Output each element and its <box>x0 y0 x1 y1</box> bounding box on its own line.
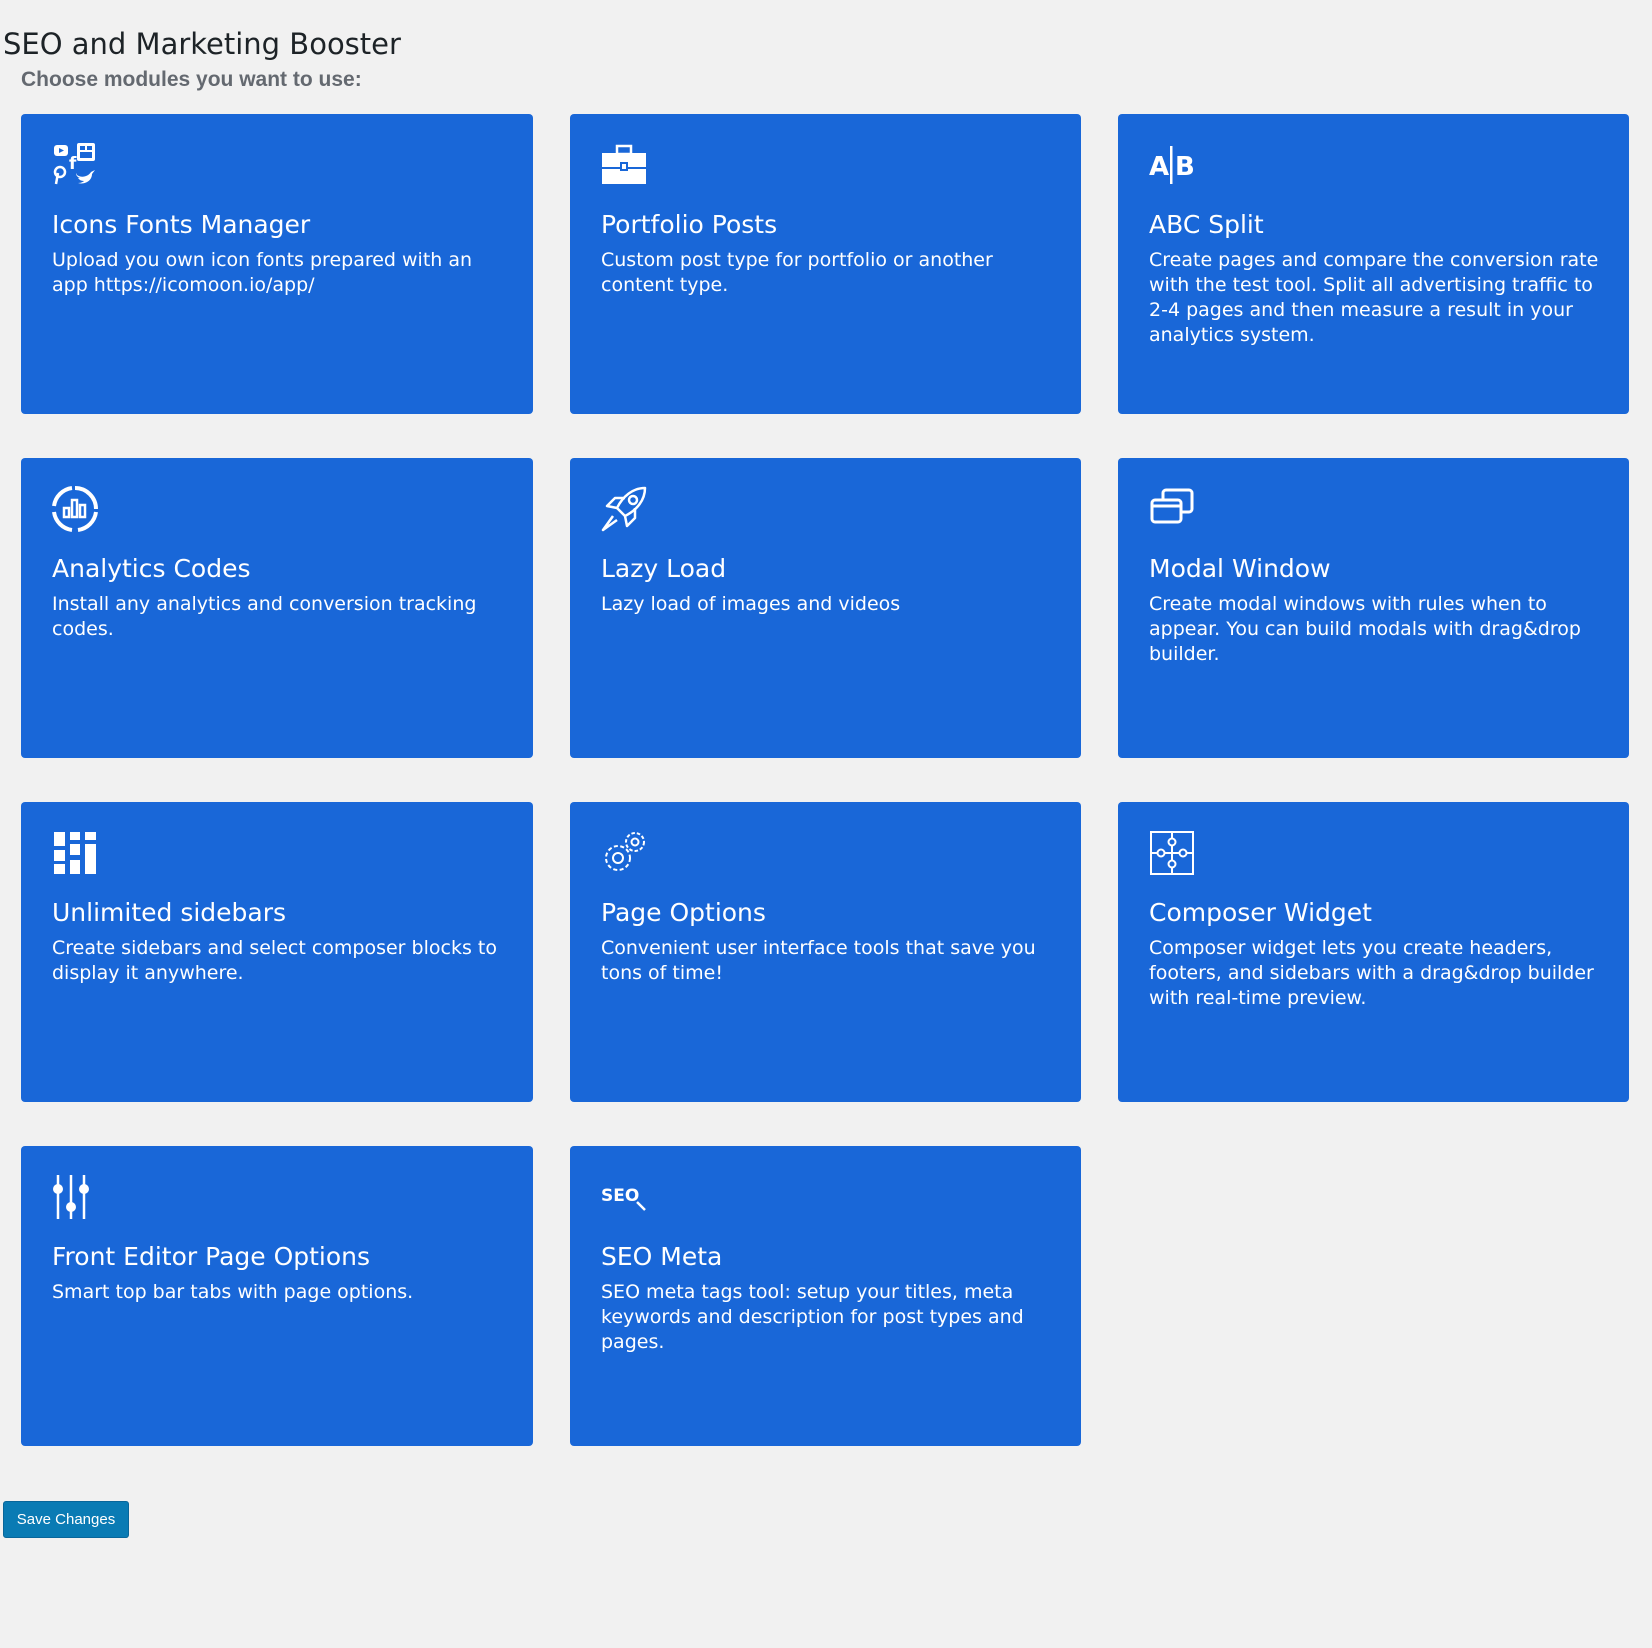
module-title: Modal Window <box>1149 554 1331 583</box>
module-title: Portfolio Posts <box>601 210 778 239</box>
module-card-seo-meta[interactable]: SEO SEO Meta SEO meta tags tool: setup y… <box>570 1146 1081 1446</box>
module-title: Page Options <box>601 898 766 927</box>
module-description: Convenient user interface tools that sav… <box>601 937 1036 984</box>
module-card-analytics-codes[interactable]: Analytics Codes Install any analytics an… <box>21 458 533 758</box>
social-f-letter: f <box>69 154 77 174</box>
ab-right-letter: B <box>1175 152 1195 182</box>
module-card-unlimited-sidebars[interactable]: Unlimited sidebars Create sidebars and s… <box>21 802 533 1102</box>
page-subtitle: Choose modules you want to use: <box>21 68 362 91</box>
module-title: Lazy Load <box>601 554 727 583</box>
module-title: ABC Split <box>1149 210 1264 239</box>
module-title: Front Editor Page Options <box>52 1242 371 1271</box>
module-title: Analytics Codes <box>52 554 251 583</box>
module-description: Create sidebars and select composer bloc… <box>52 937 497 984</box>
module-card-lazy-load[interactable]: Lazy Load Lazy load of images and videos <box>570 458 1081 758</box>
seo-label: SEO <box>601 1186 639 1206</box>
module-description: Create modal windows with rules when to … <box>1149 593 1581 665</box>
module-card-composer-widget[interactable]: Composer Widget Composer widget lets you… <box>1118 802 1629 1102</box>
sliders-icon <box>52 1174 98 1220</box>
briefcase-icon <box>601 142 647 188</box>
ab-left-letter: A <box>1149 152 1169 182</box>
module-card-modal-window[interactable]: Modal Window Create modal windows with r… <box>1118 458 1629 758</box>
rocket-icon <box>601 486 647 532</box>
module-title: Composer Widget <box>1149 898 1372 927</box>
social-icons-icon: f <box>52 142 98 188</box>
module-card-icons-fonts-manager[interactable]: f Icons Fonts Manager Upload you own ico… <box>21 114 533 414</box>
module-description: Custom post type for portfolio or anothe… <box>601 249 993 296</box>
windows-icon <box>1149 486 1195 532</box>
module-description: SEO meta tags tool: setup your titles, m… <box>601 1281 1024 1353</box>
module-title: Icons Fonts Manager <box>52 210 311 239</box>
module-title: SEO Meta <box>601 1242 723 1271</box>
module-description: Lazy load of images and videos <box>601 593 901 615</box>
module-card-portfolio-posts[interactable]: Portfolio Posts Custom post type for por… <box>570 114 1081 414</box>
module-description: Create pages and compare the conversion … <box>1149 249 1599 346</box>
module-title: Unlimited sidebars <box>52 898 287 927</box>
module-description: Smart top bar tabs with page options. <box>52 1281 414 1303</box>
seo-search-icon: SEO <box>601 1174 647 1220</box>
module-card-front-editor-page-options[interactable]: Front Editor Page Options Smart top bar … <box>21 1146 533 1446</box>
ab-split-icon: A B <box>1149 142 1195 188</box>
gears-icon <box>601 830 647 876</box>
sidebars-icon <box>52 830 98 876</box>
module-description: Upload you own icon fonts prepared with … <box>52 249 473 296</box>
modules-grid: f Icons Fonts Manager Upload you own ico… <box>21 114 1629 1446</box>
module-description: Composer widget lets you create headers,… <box>1149 937 1594 1009</box>
analytics-chart-icon <box>52 486 98 532</box>
puzzle-icon <box>1149 830 1195 876</box>
module-description: Install any analytics and conversion tra… <box>52 593 477 640</box>
page-title: SEO and Marketing Booster <box>3 27 401 61</box>
module-card-abc-split[interactable]: A B ABC Split Create pages and compare t… <box>1118 114 1629 414</box>
module-card-page-options[interactable]: Page Options Convenient user interface t… <box>570 802 1081 1102</box>
save-changes-button[interactable]: Save Changes <box>3 1501 129 1538</box>
